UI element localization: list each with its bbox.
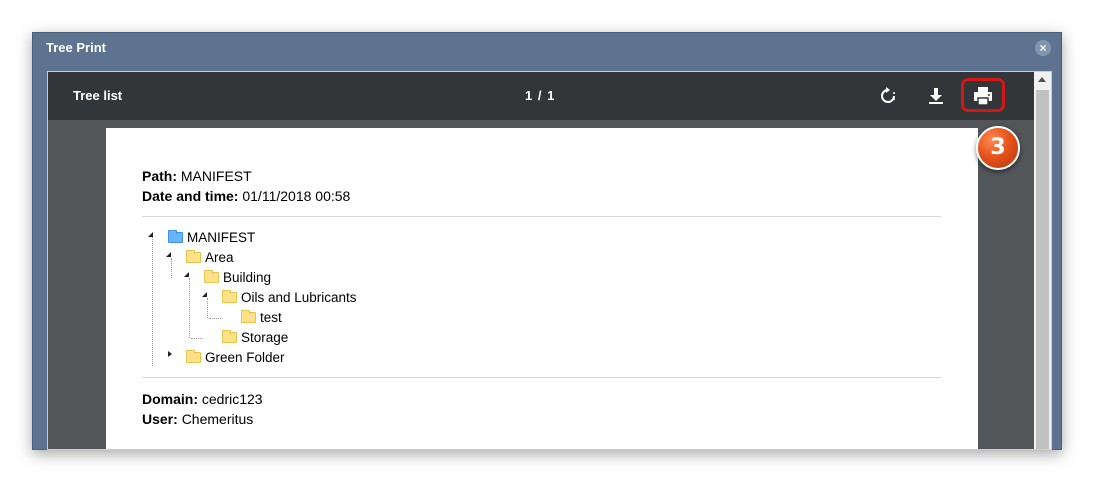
dialog-title: Tree Print xyxy=(46,40,106,55)
folder-icon xyxy=(241,310,256,323)
tree-line xyxy=(152,236,153,366)
tree-node-label: Building xyxy=(223,270,272,285)
datetime-row: Date and time: 01/11/2018 00:58 xyxy=(142,188,350,204)
tree-node-label: Storage xyxy=(241,330,289,345)
domain-row: Domain: cedric123 xyxy=(142,391,263,407)
tree-line xyxy=(189,278,190,338)
folder-icon xyxy=(186,250,201,263)
document-title: Tree list xyxy=(73,88,123,103)
path-label: Path: xyxy=(142,168,177,184)
tree-node-label: MANIFEST xyxy=(187,230,256,245)
tree-line xyxy=(171,258,172,278)
tree-node[interactable]: test xyxy=(241,309,282,327)
tree-node[interactable]: Area xyxy=(186,249,234,267)
user-row: User: Chemeritus xyxy=(142,411,253,427)
divider-top xyxy=(142,216,941,217)
domain-label: Domain: xyxy=(142,391,198,407)
pdf-viewer: Tree list 1 / 1 Path: MANIFEST Date and … xyxy=(47,71,1052,450)
tree-node-label: Green Folder xyxy=(205,350,285,365)
close-icon[interactable]: × xyxy=(1035,40,1051,56)
user-value: Chemeritus xyxy=(181,411,254,427)
vertical-scrollbar[interactable] xyxy=(1034,72,1051,449)
folder-icon xyxy=(222,330,237,343)
divider-bottom xyxy=(142,377,941,378)
folder-icon xyxy=(222,290,237,303)
tree-node-label: test xyxy=(260,310,282,325)
tree-node[interactable]: Green Folder xyxy=(186,349,285,367)
download-icon xyxy=(929,88,943,104)
rotate-icon xyxy=(881,87,895,103)
tree-line xyxy=(209,318,221,319)
page-indicator: 1 / 1 xyxy=(525,88,556,103)
document-page: Path: MANIFEST Date and time: 01/11/2018… xyxy=(106,128,978,449)
expand-toggle[interactable] xyxy=(168,351,172,357)
scroll-thumb[interactable] xyxy=(1036,90,1049,449)
tree-node[interactable]: Storage xyxy=(222,329,288,347)
step-badge: 3 xyxy=(976,126,1020,170)
tree-node[interactable]: Building xyxy=(204,269,271,287)
collapse-toggle[interactable] xyxy=(166,252,171,257)
tree-node-label: Area xyxy=(205,250,234,265)
datetime-label: Date and time: xyxy=(142,188,239,204)
collapse-toggle[interactable] xyxy=(148,232,153,237)
dialog-titlebar: Tree Print × xyxy=(33,33,1061,63)
print-button[interactable] xyxy=(961,78,1005,112)
folder-icon xyxy=(168,230,183,243)
domain-value: cedric123 xyxy=(201,391,263,407)
datetime-value: 01/11/2018 00:58 xyxy=(242,188,351,204)
tree-print-dialog: Tree Print × Tree list 1 / 1 Path: MANIF… xyxy=(32,32,1062,450)
tree-node[interactable]: Oils and Lubricants xyxy=(222,289,357,307)
collapse-toggle[interactable] xyxy=(184,272,189,277)
collapse-toggle[interactable] xyxy=(202,292,207,297)
print-icon xyxy=(974,87,992,106)
viewer-toolbar: Tree list 1 / 1 xyxy=(48,72,1035,120)
rotate-button[interactable] xyxy=(876,84,900,108)
folder-icon xyxy=(186,350,201,363)
tree-node-label: Oils and Lubricants xyxy=(241,290,357,305)
path-value: MANIFEST xyxy=(180,168,252,184)
scroll-up-arrow-icon[interactable] xyxy=(1038,77,1046,82)
tree-node[interactable]: MANIFEST xyxy=(168,229,255,247)
tree-line xyxy=(191,338,203,339)
user-label: User: xyxy=(142,411,178,427)
path-row: Path: MANIFEST xyxy=(142,168,252,184)
download-button[interactable] xyxy=(924,84,948,108)
folder-icon xyxy=(204,270,219,283)
tree-line xyxy=(207,298,208,318)
